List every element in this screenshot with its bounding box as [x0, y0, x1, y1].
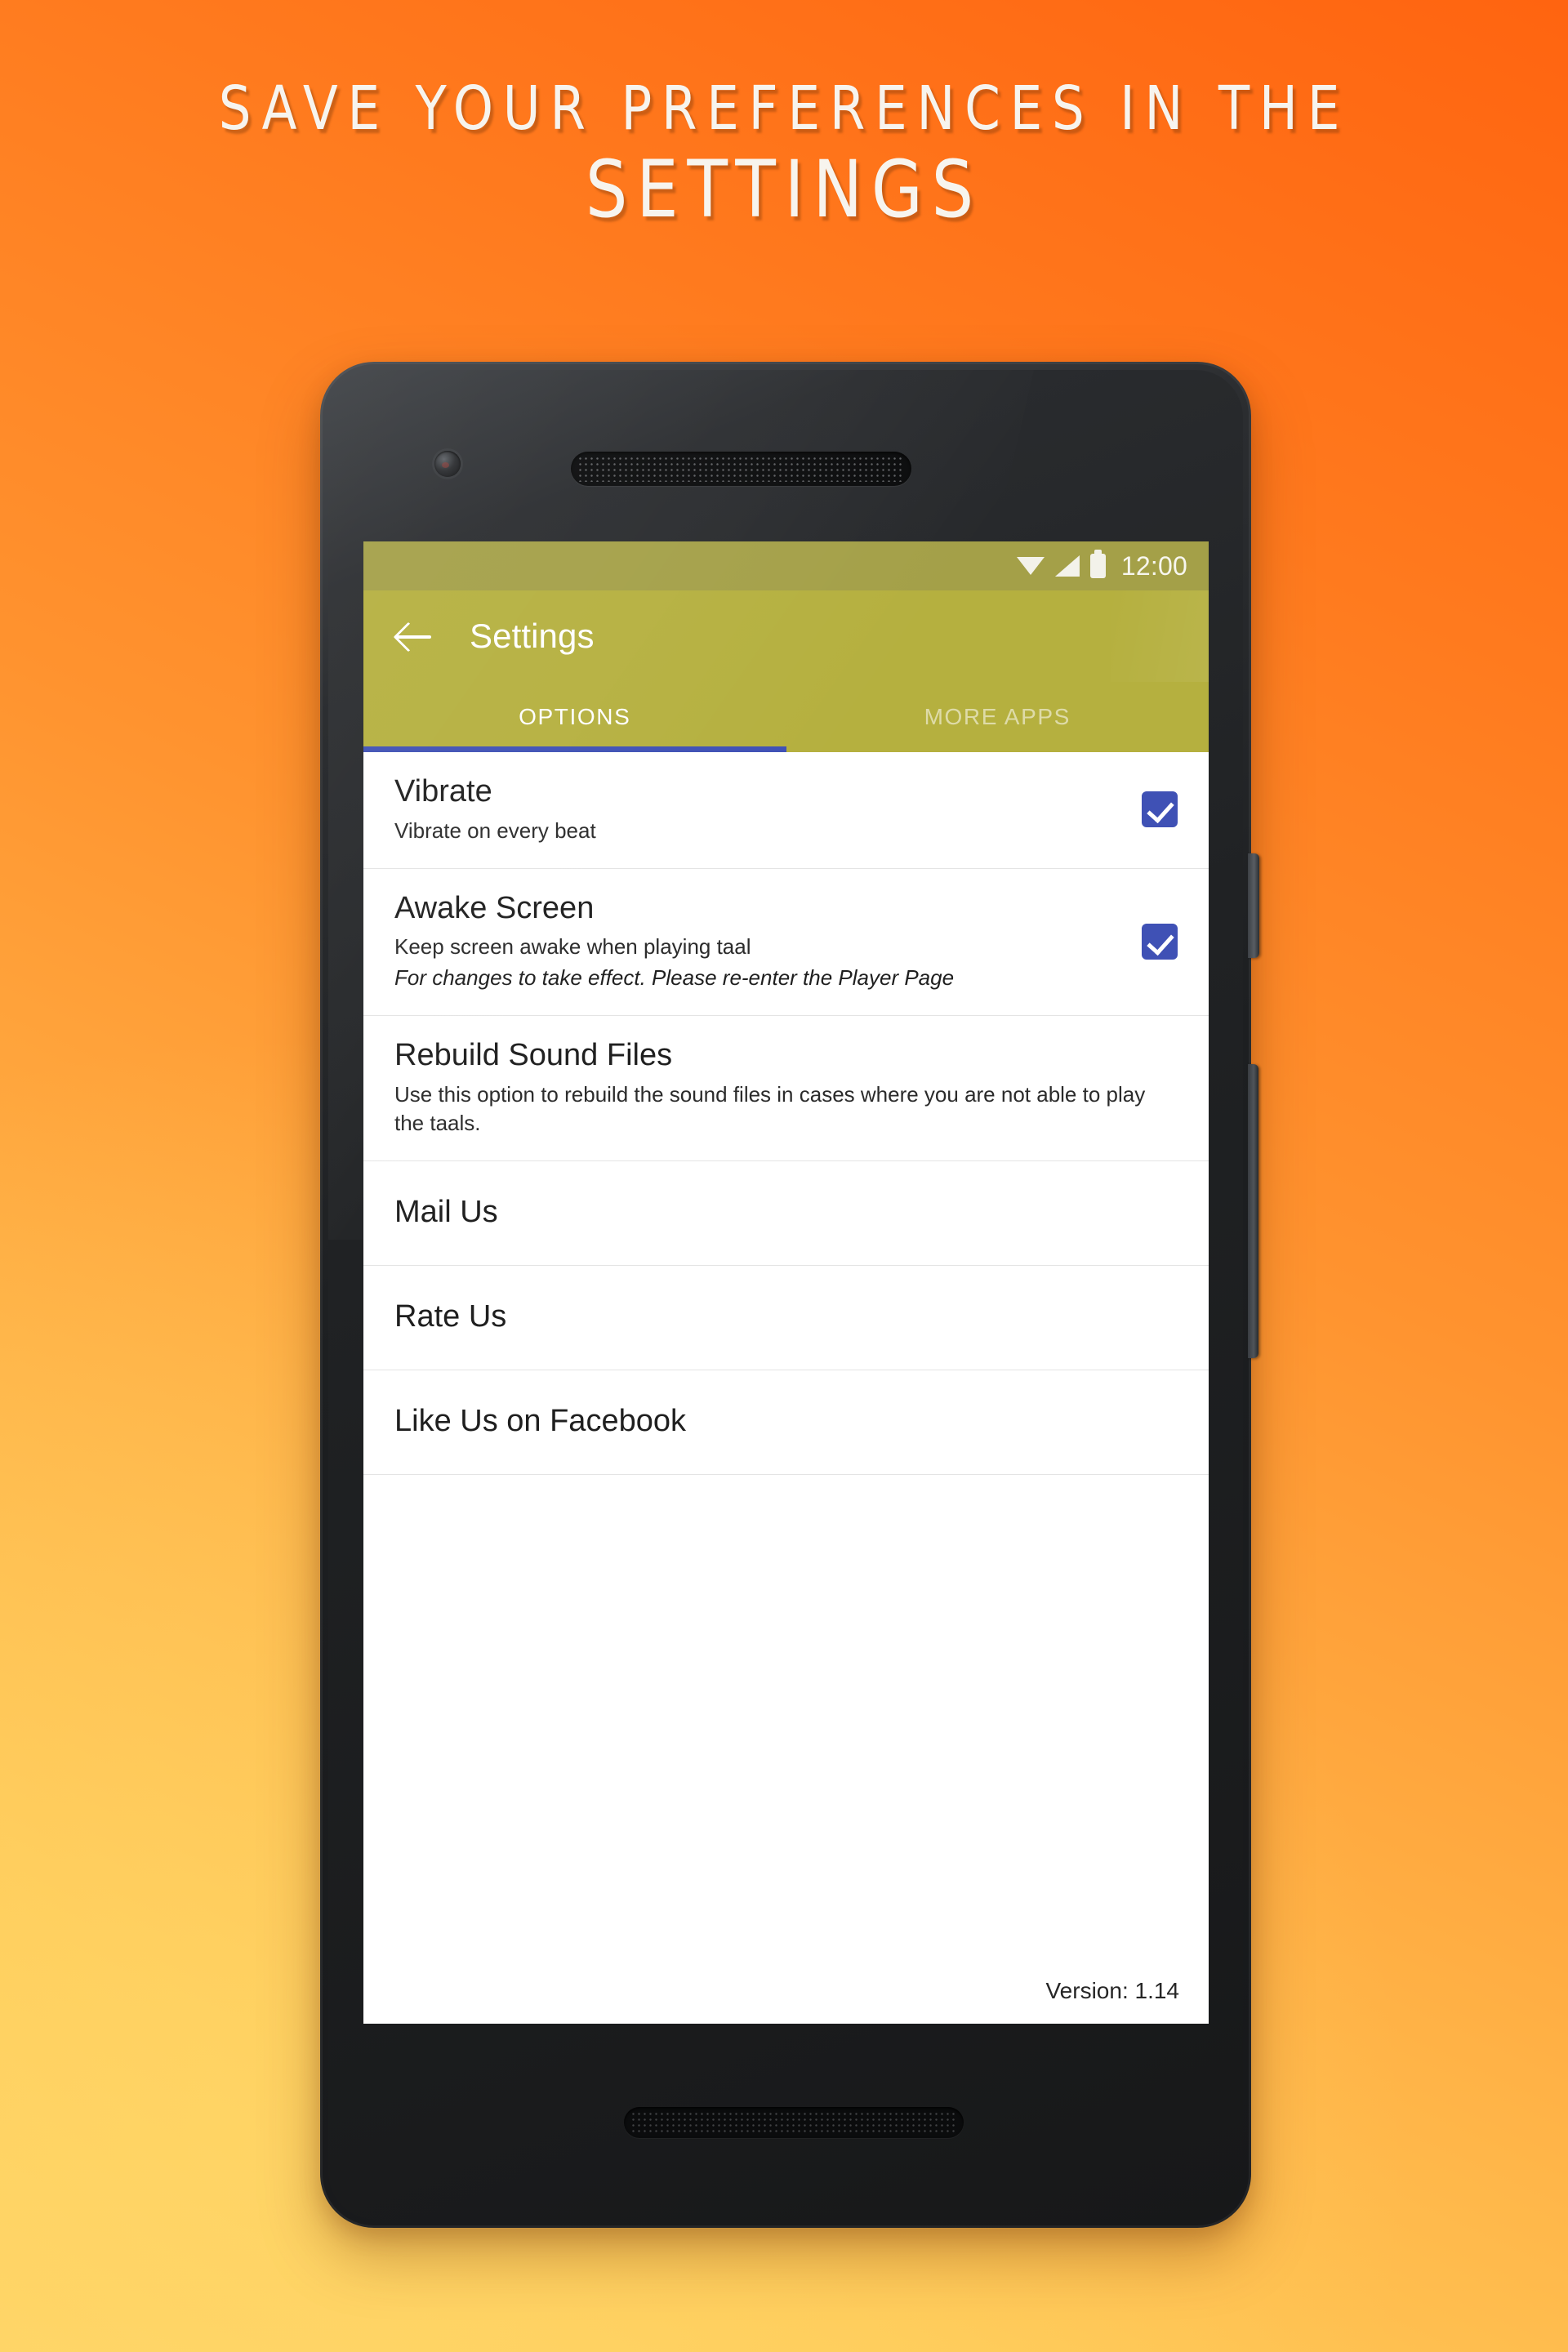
list-empty-space [363, 1475, 1209, 1978]
version-label: Version: 1.14 [363, 1978, 1209, 2024]
promo-headline-line1: SAVE YOUR PREFERENCES IN THE [218, 74, 1350, 144]
list-item-rate-us[interactable]: Rate Us [363, 1266, 1209, 1371]
checkbox-vibrate[interactable] [1142, 791, 1178, 827]
wifi-icon [1016, 555, 1045, 577]
volume-rocker-button[interactable] [1248, 1064, 1258, 1358]
list-item-title: Mail Us [394, 1194, 498, 1229]
list-item-text: Mail Us [394, 1194, 1178, 1232]
earpiece-speaker-grille [571, 452, 911, 486]
list-item-subtitle: Use this option to rebuild the sound fil… [394, 1082, 1146, 1136]
tab-active-indicator [363, 746, 786, 752]
status-bar-icons [1016, 550, 1106, 578]
power-button[interactable] [1248, 853, 1259, 958]
list-item-subtitle: Keep screen awake when playing taal [394, 934, 751, 960]
signal-icon [1054, 555, 1080, 577]
list-item-text: Rate Us [394, 1298, 1178, 1336]
list-item-text: Like Us on Facebook [394, 1403, 1178, 1441]
tab-options[interactable]: OPTIONS [363, 682, 786, 752]
list-item-mail-us[interactable]: Mail Us [363, 1161, 1209, 1267]
list-item-text: Vibrate Vibrate on every beat [394, 773, 1125, 845]
tab-bar: OPTIONS MORE APPS [363, 682, 1209, 752]
list-item-note: For changes to take effect. Please re-en… [394, 965, 955, 991]
battery-icon [1089, 550, 1106, 578]
tab-more-apps[interactable]: MORE APPS [786, 682, 1209, 752]
status-bar: 12:00 [363, 541, 1209, 590]
list-item-text: Rebuild Sound Files Use this option to r… [394, 1037, 1178, 1138]
page-title: Settings [470, 617, 595, 655]
list-item-title: Rate Us [394, 1298, 507, 1334]
front-camera-icon [434, 451, 461, 477]
bottom-speaker-grille [624, 2107, 964, 2138]
back-arrow-icon[interactable] [396, 618, 432, 654]
promo-headline: SAVE YOUR PREFERENCES IN THE SETTINGS [0, 78, 1568, 229]
list-item-rebuild-sound-files[interactable]: Rebuild Sound Files Use this option to r… [363, 1016, 1209, 1162]
list-item-title: Rebuild Sound Files [394, 1038, 673, 1073]
status-bar-clock: 12:00 [1120, 550, 1187, 581]
list-item-title: Awake Screen [394, 890, 595, 925]
checkbox-awake-screen[interactable] [1142, 923, 1178, 960]
settings-content: Vibrate Vibrate on every beat Awake Scre… [363, 752, 1209, 2024]
list-item-awake-screen[interactable]: Awake Screen Keep screen awake when play… [363, 869, 1209, 1017]
list-item-title: Like Us on Facebook [394, 1403, 686, 1438]
list-item-title: Vibrate [394, 774, 492, 808]
settings-list: Vibrate Vibrate on every beat Awake Scre… [363, 752, 1209, 1476]
app-bar: Settings [363, 590, 1209, 754]
list-item-text: Awake Screen Keep screen awake when play… [394, 890, 1125, 993]
phone-screen: 12:00 Settings OPTIONS MORE APPS Vibrate… [363, 541, 1209, 2024]
promo-headline-line2: SETTINGS [585, 144, 983, 235]
list-item-vibrate[interactable]: Vibrate Vibrate on every beat [363, 752, 1209, 869]
list-item-subtitle: Vibrate on every beat [394, 817, 596, 843]
list-item-like-us-on-facebook[interactable]: Like Us on Facebook [363, 1370, 1209, 1476]
